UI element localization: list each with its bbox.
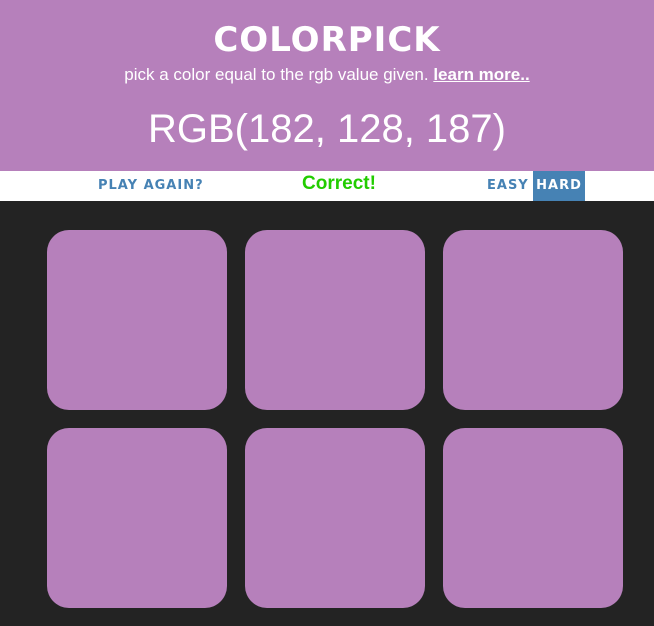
color-square[interactable]	[245, 230, 425, 410]
color-square[interactable]	[443, 230, 623, 410]
learn-more-link[interactable]: learn more..	[433, 65, 529, 84]
easy-mode-button[interactable]: easy	[481, 171, 535, 201]
color-square[interactable]	[47, 230, 227, 410]
instructions: pick a color equal to the rgb value give…	[0, 64, 654, 86]
play-again-button[interactable]: play again?	[92, 171, 210, 201]
color-square[interactable]	[443, 428, 623, 608]
header: colorpick pick a color equal to the rgb …	[0, 0, 654, 171]
game-title: colorpick	[213, 20, 441, 60]
instructions-text: pick a color equal to the rgb value give…	[124, 65, 429, 84]
result-message: Correct!	[302, 173, 376, 194]
rgb-target-display: RGB(182, 128, 187)	[148, 107, 506, 151]
color-board	[0, 201, 654, 626]
control-bar: play again? Correct! easy hard	[0, 171, 654, 201]
hard-mode-button[interactable]: hard	[533, 171, 585, 201]
color-square[interactable]	[245, 428, 425, 608]
color-square[interactable]	[47, 428, 227, 608]
